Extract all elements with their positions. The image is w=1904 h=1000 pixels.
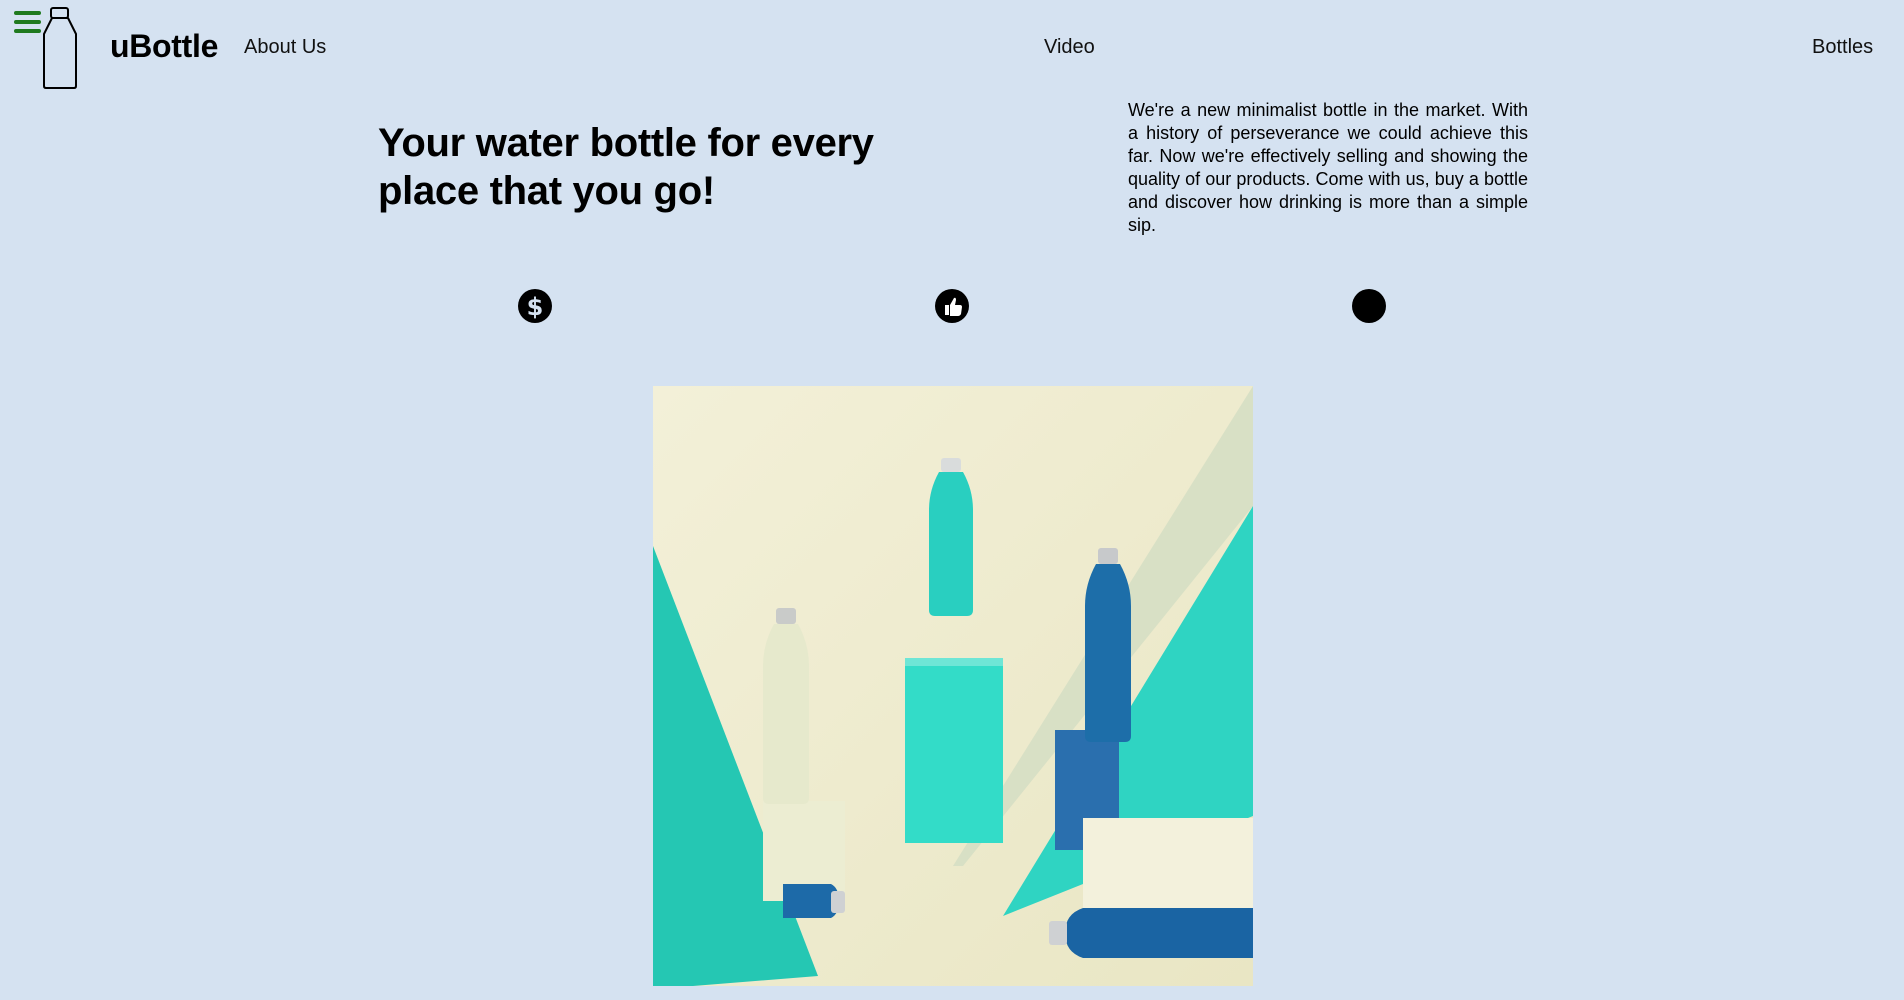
menu-bar — [14, 11, 41, 15]
menu-bar — [14, 29, 41, 33]
hero-title: Your water bottle for every place that y… — [378, 121, 874, 213]
nav-bottles-link[interactable]: Bottles — [1812, 36, 1873, 59]
brand-name[interactable]: uBottle — [110, 28, 218, 65]
svg-text:$: $ — [527, 293, 544, 321]
dollar-icon: $ — [518, 289, 552, 323]
thumbs-up-icon — [935, 289, 969, 323]
nav-about-us-link[interactable]: About Us — [244, 36, 326, 59]
nav-video-link[interactable]: Video — [1044, 36, 1095, 59]
product-photo — [653, 386, 1253, 986]
bottle-logo-icon[interactable] — [40, 6, 80, 90]
hamburger-menu-icon[interactable] — [14, 11, 41, 33]
hero-description: We're a new minimalist bottle in the mar… — [1128, 100, 1528, 235]
circle-icon — [1352, 289, 1386, 323]
menu-bar — [14, 20, 41, 24]
